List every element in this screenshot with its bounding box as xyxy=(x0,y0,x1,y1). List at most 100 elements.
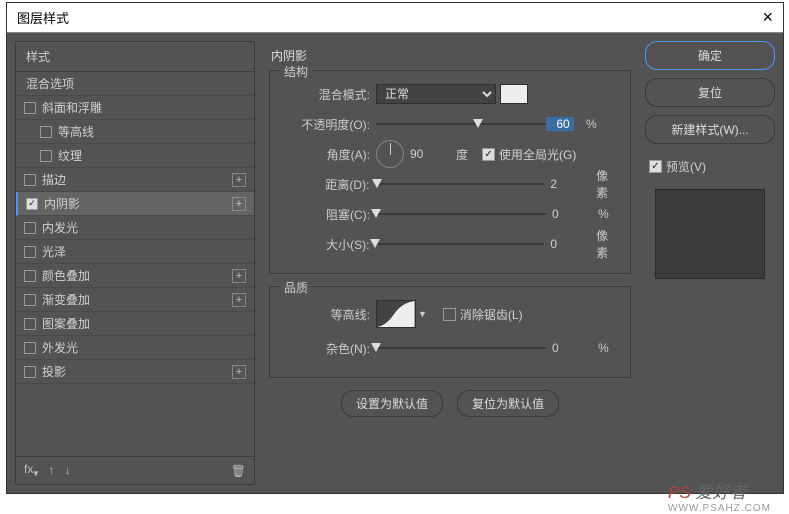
sidebar-item-label: 渐变叠加 xyxy=(42,291,90,308)
choke-slider[interactable] xyxy=(376,207,546,221)
panel-title: 内阴影 xyxy=(269,45,631,70)
color-swatch[interactable] xyxy=(500,84,528,104)
chevron-down-icon[interactable]: ▼ xyxy=(418,309,427,319)
opacity-unit: % xyxy=(574,117,597,131)
antialias-label: 消除锯齿(L) xyxy=(460,306,523,323)
opacity-label: 不透明度(O): xyxy=(280,116,376,133)
antialias-checkbox[interactable] xyxy=(443,308,456,321)
reset-default-button[interactable]: 复位为默认值 xyxy=(457,390,559,417)
choke-unit: % xyxy=(586,207,609,221)
sidebar-item-label: 外发光 xyxy=(42,339,78,356)
choke-value[interactable]: 0 xyxy=(546,207,586,221)
global-light-label: 使用全局光(G) xyxy=(499,146,576,163)
sidebar-item-label: 图案叠加 xyxy=(42,315,90,332)
sidebar-item-stroke[interactable]: 描边 + xyxy=(16,168,254,192)
plus-icon[interactable]: + xyxy=(232,365,246,379)
noise-label: 杂色(N): xyxy=(280,340,376,357)
opacity-slider[interactable] xyxy=(376,117,546,131)
quality-group: 品质 等高线: ▼ 消除锯齿(L) 杂色(N): 0 xyxy=(269,286,631,378)
ok-button[interactable]: 确定 xyxy=(645,41,775,70)
choke-label: 阻塞(C): xyxy=(280,206,376,223)
settings-panel: 内阴影 结构 混合模式: 正常 不透明度(O): 60 % xyxy=(263,41,637,485)
sidebar-item-inner-shadow[interactable]: ✓ 内阴影 + xyxy=(16,192,254,216)
global-light-checkbox[interactable]: ✓ xyxy=(482,148,495,161)
group-title: 结构 xyxy=(280,63,312,80)
size-unit: 像素 xyxy=(584,227,620,261)
blend-mode-select[interactable]: 正常 xyxy=(376,84,496,104)
noise-value[interactable]: 0 xyxy=(546,341,586,355)
fx-menu[interactable]: fx▾ xyxy=(24,462,38,479)
sidebar-item-blending[interactable]: 混合选项 xyxy=(16,72,254,96)
opacity-value[interactable]: 60 xyxy=(546,117,574,131)
size-value[interactable]: 0 xyxy=(544,237,584,251)
checkbox-icon[interactable]: ✓ xyxy=(26,198,38,210)
distance-slider[interactable] xyxy=(375,177,544,191)
checkbox-icon[interactable] xyxy=(24,102,36,114)
noise-unit: % xyxy=(586,341,609,355)
cancel-button[interactable]: 复位 xyxy=(645,78,775,107)
plus-icon[interactable]: + xyxy=(232,293,246,307)
size-label: 大小(S): xyxy=(280,236,375,253)
checkbox-icon[interactable] xyxy=(40,126,52,138)
sidebar-item-label: 颜色叠加 xyxy=(42,267,90,284)
new-style-button[interactable]: 新建样式(W)... xyxy=(645,115,775,144)
watermark: PS PS 爱好者爱好者 WWW.PSAHZ.COM xyxy=(668,478,771,514)
sidebar-item-label: 斜面和浮雕 xyxy=(42,99,102,116)
checkbox-icon[interactable] xyxy=(24,342,36,354)
sidebar-item-label: 描边 xyxy=(42,171,66,188)
sidebar-item-drop-shadow[interactable]: 投影 + xyxy=(16,360,254,384)
sidebar-item-gradient-overlay[interactable]: 渐变叠加 + xyxy=(16,288,254,312)
contour-picker[interactable] xyxy=(376,300,416,328)
checkbox-icon[interactable] xyxy=(24,318,36,330)
checkbox-icon[interactable] xyxy=(40,150,52,162)
sidebar-item-label: 内阴影 xyxy=(44,195,80,212)
size-slider[interactable] xyxy=(375,237,544,251)
checkbox-icon[interactable] xyxy=(24,366,36,378)
close-icon[interactable]: × xyxy=(762,7,773,28)
preview-label: 预览(V) xyxy=(666,158,706,175)
right-column: 确定 复位 新建样式(W)... ✓ 预览(V) xyxy=(645,41,775,485)
sidebar-item-label: 光泽 xyxy=(42,243,66,260)
checkbox-icon[interactable] xyxy=(24,294,36,306)
checkbox-icon[interactable] xyxy=(24,246,36,258)
arrow-down-icon[interactable]: ↓ xyxy=(64,463,70,477)
dialog-title: 图层样式 xyxy=(17,8,69,27)
structure-group: 结构 混合模式: 正常 不透明度(O): 60 % 角度(A): xyxy=(269,70,631,274)
distance-label: 距离(D): xyxy=(280,176,375,193)
plus-icon[interactable]: + xyxy=(232,197,246,211)
sidebar-item-pattern-overlay[interactable]: 图案叠加 xyxy=(16,312,254,336)
sidebar-item-texture[interactable]: 纹理 xyxy=(16,144,254,168)
group-title: 品质 xyxy=(280,279,312,296)
sidebar-item-satin[interactable]: 光泽 xyxy=(16,240,254,264)
sidebar-item-bevel[interactable]: 斜面和浮雕 xyxy=(16,96,254,120)
sidebar-item-contour[interactable]: 等高线 xyxy=(16,120,254,144)
sidebar-item-outer-glow[interactable]: 外发光 xyxy=(16,336,254,360)
sidebar-item-label: 混合选项 xyxy=(26,75,74,92)
plus-icon[interactable]: + xyxy=(232,269,246,283)
set-default-button[interactable]: 设置为默认值 xyxy=(341,390,443,417)
arrow-up-icon[interactable]: ↑ xyxy=(48,463,54,477)
preview-box xyxy=(655,189,765,279)
distance-value[interactable]: 2 xyxy=(544,177,584,191)
sidebar-item-label: 内发光 xyxy=(42,219,78,236)
angle-unit: 度 xyxy=(440,146,482,163)
trash-icon[interactable]: 🗑 xyxy=(231,464,246,478)
plus-icon[interactable]: + xyxy=(232,173,246,187)
titlebar: 图层样式 × xyxy=(7,3,783,33)
sidebar-item-inner-glow[interactable]: 内发光 xyxy=(16,216,254,240)
sidebar-item-label: 等高线 xyxy=(58,123,94,140)
layer-style-dialog: 图层样式 × 样式 混合选项 斜面和浮雕 等高线 纹理 描边+ ✓内阴影+ 内发… xyxy=(7,3,783,493)
checkbox-icon[interactable] xyxy=(24,222,36,234)
checkbox-icon[interactable] xyxy=(24,270,36,282)
angle-value[interactable]: 90 xyxy=(410,147,440,161)
preview-checkbox[interactable]: ✓ xyxy=(649,160,662,173)
styles-sidebar: 样式 混合选项 斜面和浮雕 等高线 纹理 描边+ ✓内阴影+ 内发光 光泽 颜色… xyxy=(15,41,255,485)
contour-label: 等高线: xyxy=(280,306,376,323)
sidebar-footer: fx▾ ↑ ↓ 🗑 xyxy=(16,456,254,484)
checkbox-icon[interactable] xyxy=(24,174,36,186)
sidebar-item-color-overlay[interactable]: 颜色叠加 + xyxy=(16,264,254,288)
sidebar-item-label: 纹理 xyxy=(58,147,82,164)
angle-dial[interactable] xyxy=(376,140,404,168)
sidebar-item-label: 投影 xyxy=(42,363,66,380)
noise-slider[interactable] xyxy=(376,341,546,355)
